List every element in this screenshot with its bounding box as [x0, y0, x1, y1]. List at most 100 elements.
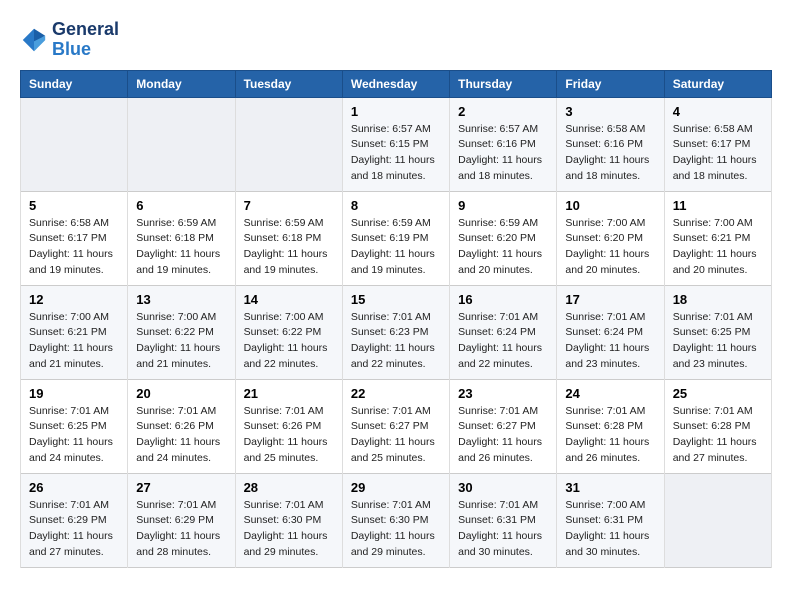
calendar-cell: 14 Sunrise: 7:00 AM Sunset: 6:22 PM Dayl… [235, 285, 342, 379]
calendar-cell: 11 Sunrise: 7:00 AM Sunset: 6:21 PM Dayl… [664, 191, 771, 285]
sunrise-time: Sunrise: 7:00 AM [136, 311, 216, 323]
day-info: Sunrise: 7:00 AM Sunset: 6:22 PM Dayligh… [136, 310, 226, 373]
day-number: 10 [565, 198, 655, 213]
sunset-time: Sunset: 6:22 PM [136, 326, 214, 338]
calendar-cell: 20 Sunrise: 7:01 AM Sunset: 6:26 PM Dayl… [128, 379, 235, 473]
calendar-cell [664, 473, 771, 567]
sunset-time: Sunset: 6:26 PM [244, 420, 322, 432]
sunrise-time: Sunrise: 7:01 AM [244, 405, 324, 417]
sunset-time: Sunset: 6:17 PM [673, 138, 751, 150]
sunrise-time: Sunrise: 7:00 AM [244, 311, 324, 323]
daylight-hours: Daylight: 11 hours and 29 minutes. [351, 530, 435, 558]
day-number: 20 [136, 386, 226, 401]
day-info: Sunrise: 7:01 AM Sunset: 6:26 PM Dayligh… [244, 404, 334, 467]
daylight-hours: Daylight: 11 hours and 20 minutes. [565, 248, 649, 276]
sunset-time: Sunset: 6:27 PM [458, 420, 536, 432]
daylight-hours: Daylight: 11 hours and 19 minutes. [29, 248, 113, 276]
daylight-hours: Daylight: 11 hours and 18 minutes. [673, 154, 757, 182]
calendar-cell: 8 Sunrise: 6:59 AM Sunset: 6:19 PM Dayli… [342, 191, 449, 285]
calendar-header: SundayMondayTuesdayWednesdayThursdayFrid… [21, 70, 772, 97]
day-info: Sunrise: 7:00 AM Sunset: 6:21 PM Dayligh… [673, 216, 763, 279]
daylight-hours: Daylight: 11 hours and 27 minutes. [673, 436, 757, 464]
daylight-hours: Daylight: 11 hours and 24 minutes. [29, 436, 113, 464]
weekday-header-monday: Monday [128, 70, 235, 97]
sunrise-time: Sunrise: 7:00 AM [565, 217, 645, 229]
day-number: 21 [244, 386, 334, 401]
sunrise-time: Sunrise: 6:57 AM [351, 123, 431, 135]
day-number: 3 [565, 104, 655, 119]
calendar-cell: 9 Sunrise: 6:59 AM Sunset: 6:20 PM Dayli… [450, 191, 557, 285]
sunrise-time: Sunrise: 7:00 AM [673, 217, 753, 229]
daylight-hours: Daylight: 11 hours and 22 minutes. [458, 342, 542, 370]
day-info: Sunrise: 7:01 AM Sunset: 6:28 PM Dayligh… [673, 404, 763, 467]
sunset-time: Sunset: 6:27 PM [351, 420, 429, 432]
sunset-time: Sunset: 6:22 PM [244, 326, 322, 338]
calendar-week-row: 1 Sunrise: 6:57 AM Sunset: 6:15 PM Dayli… [21, 97, 772, 191]
calendar-cell: 23 Sunrise: 7:01 AM Sunset: 6:27 PM Dayl… [450, 379, 557, 473]
calendar-cell: 30 Sunrise: 7:01 AM Sunset: 6:31 PM Dayl… [450, 473, 557, 567]
day-info: Sunrise: 7:01 AM Sunset: 6:30 PM Dayligh… [351, 498, 441, 561]
daylight-hours: Daylight: 11 hours and 23 minutes. [673, 342, 757, 370]
day-info: Sunrise: 7:00 AM Sunset: 6:22 PM Dayligh… [244, 310, 334, 373]
day-number: 18 [673, 292, 763, 307]
day-info: Sunrise: 6:59 AM Sunset: 6:19 PM Dayligh… [351, 216, 441, 279]
day-number: 13 [136, 292, 226, 307]
daylight-hours: Daylight: 11 hours and 22 minutes. [244, 342, 328, 370]
day-info: Sunrise: 7:01 AM Sunset: 6:27 PM Dayligh… [351, 404, 441, 467]
daylight-hours: Daylight: 11 hours and 23 minutes. [565, 342, 649, 370]
calendar-cell: 18 Sunrise: 7:01 AM Sunset: 6:25 PM Dayl… [664, 285, 771, 379]
day-info: Sunrise: 7:01 AM Sunset: 6:26 PM Dayligh… [136, 404, 226, 467]
sunrise-time: Sunrise: 7:01 AM [136, 499, 216, 511]
day-info: Sunrise: 6:58 AM Sunset: 6:16 PM Dayligh… [565, 122, 655, 185]
calendar-cell: 21 Sunrise: 7:01 AM Sunset: 6:26 PM Dayl… [235, 379, 342, 473]
sunset-time: Sunset: 6:25 PM [673, 326, 751, 338]
day-info: Sunrise: 7:00 AM Sunset: 6:20 PM Dayligh… [565, 216, 655, 279]
day-info: Sunrise: 6:58 AM Sunset: 6:17 PM Dayligh… [29, 216, 119, 279]
day-number: 11 [673, 198, 763, 213]
calendar-cell: 5 Sunrise: 6:58 AM Sunset: 6:17 PM Dayli… [21, 191, 128, 285]
daylight-hours: Daylight: 11 hours and 20 minutes. [458, 248, 542, 276]
sunrise-time: Sunrise: 6:59 AM [458, 217, 538, 229]
day-number: 22 [351, 386, 441, 401]
weekday-header-wednesday: Wednesday [342, 70, 449, 97]
day-info: Sunrise: 7:01 AM Sunset: 6:31 PM Dayligh… [458, 498, 548, 561]
day-info: Sunrise: 7:00 AM Sunset: 6:31 PM Dayligh… [565, 498, 655, 561]
daylight-hours: Daylight: 11 hours and 18 minutes. [351, 154, 435, 182]
day-number: 12 [29, 292, 119, 307]
day-info: Sunrise: 7:01 AM Sunset: 6:25 PM Dayligh… [673, 310, 763, 373]
sunset-time: Sunset: 6:29 PM [136, 514, 214, 526]
sunrise-time: Sunrise: 7:00 AM [29, 311, 109, 323]
sunrise-time: Sunrise: 6:58 AM [565, 123, 645, 135]
sunset-time: Sunset: 6:31 PM [565, 514, 643, 526]
page-header: General Blue [20, 20, 772, 60]
sunset-time: Sunset: 6:24 PM [565, 326, 643, 338]
day-info: Sunrise: 6:59 AM Sunset: 6:18 PM Dayligh… [136, 216, 226, 279]
day-info: Sunrise: 7:00 AM Sunset: 6:21 PM Dayligh… [29, 310, 119, 373]
sunrise-time: Sunrise: 7:01 AM [29, 499, 109, 511]
sunset-time: Sunset: 6:23 PM [351, 326, 429, 338]
calendar-cell: 10 Sunrise: 7:00 AM Sunset: 6:20 PM Dayl… [557, 191, 664, 285]
calendar-week-row: 19 Sunrise: 7:01 AM Sunset: 6:25 PM Dayl… [21, 379, 772, 473]
sunset-time: Sunset: 6:29 PM [29, 514, 107, 526]
calendar-cell: 25 Sunrise: 7:01 AM Sunset: 6:28 PM Dayl… [664, 379, 771, 473]
day-number: 2 [458, 104, 548, 119]
sunset-time: Sunset: 6:31 PM [458, 514, 536, 526]
logo-icon [20, 26, 48, 54]
day-info: Sunrise: 6:57 AM Sunset: 6:15 PM Dayligh… [351, 122, 441, 185]
sunset-time: Sunset: 6:18 PM [136, 232, 214, 244]
sunset-time: Sunset: 6:28 PM [673, 420, 751, 432]
calendar-cell: 28 Sunrise: 7:01 AM Sunset: 6:30 PM Dayl… [235, 473, 342, 567]
daylight-hours: Daylight: 11 hours and 22 minutes. [351, 342, 435, 370]
daylight-hours: Daylight: 11 hours and 25 minutes. [351, 436, 435, 464]
sunrise-time: Sunrise: 7:01 AM [458, 499, 538, 511]
calendar-cell: 2 Sunrise: 6:57 AM Sunset: 6:16 PM Dayli… [450, 97, 557, 191]
sunset-time: Sunset: 6:30 PM [244, 514, 322, 526]
weekday-header-thursday: Thursday [450, 70, 557, 97]
sunrise-time: Sunrise: 6:57 AM [458, 123, 538, 135]
day-number: 29 [351, 480, 441, 495]
daylight-hours: Daylight: 11 hours and 26 minutes. [458, 436, 542, 464]
calendar-cell: 17 Sunrise: 7:01 AM Sunset: 6:24 PM Dayl… [557, 285, 664, 379]
day-number: 14 [244, 292, 334, 307]
day-number: 8 [351, 198, 441, 213]
weekday-header-saturday: Saturday [664, 70, 771, 97]
